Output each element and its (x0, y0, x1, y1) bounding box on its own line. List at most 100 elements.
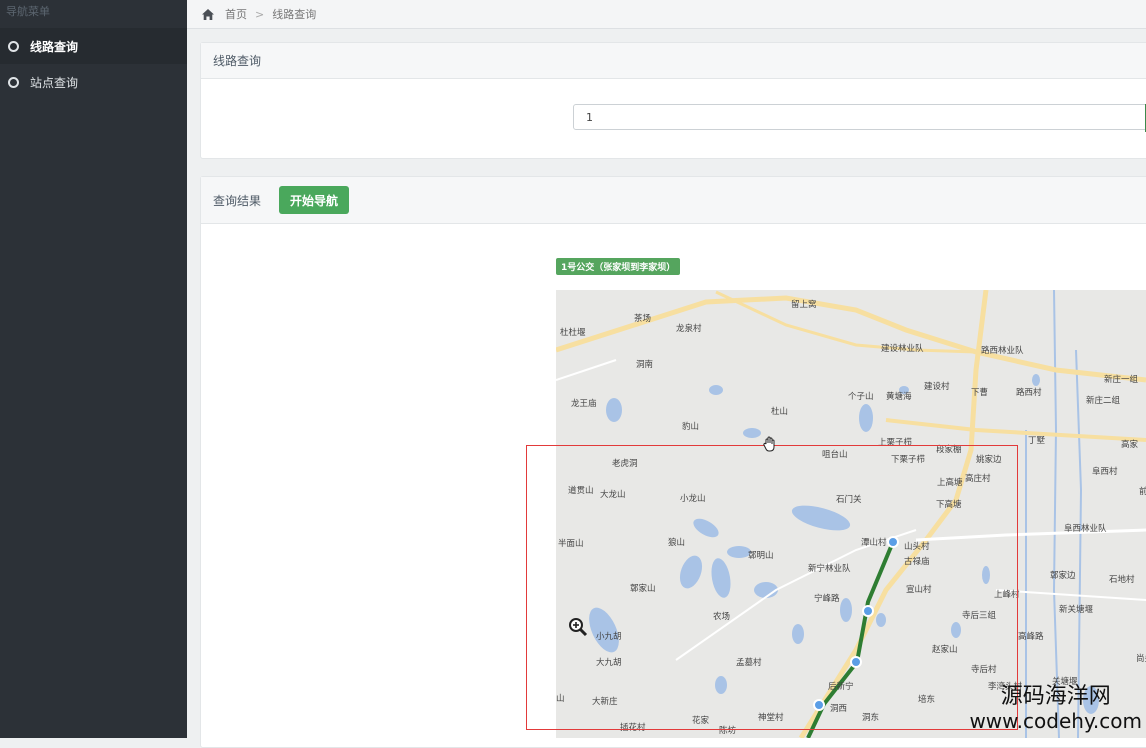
map-place-label: 上峰村 (994, 589, 1020, 600)
map-place-label: 鄣明山 (748, 550, 774, 561)
map-place-label: 姚家边 (976, 454, 1002, 465)
map-place-label: 赵家山 (932, 644, 958, 655)
circle-icon (8, 76, 19, 88)
map-place-label: 高庄村 (965, 473, 991, 484)
map-place-label: 山 (556, 693, 565, 704)
sidebar: 导航菜单 线路查询 站点查询 (0, 0, 187, 738)
map-place-label: 留上窝 (791, 299, 817, 310)
hand-cursor-icon (763, 436, 775, 452)
map-place-label: 尚头 (1136, 653, 1146, 664)
map-place-label: 建设村 (924, 381, 950, 392)
map-place-label: 神堂村 (758, 712, 784, 723)
map-place-label: 寺后三组 (962, 610, 997, 621)
map-place-label: 鄣家边 (1050, 570, 1076, 581)
breadcrumb-separator: > (255, 7, 265, 21)
map-place-label: 古禄庙 (904, 556, 930, 567)
map-place-label: 大新庄 (592, 696, 618, 707)
map-canvas[interactable]: 留上窝茶场杜杜堰 龙泉村建设林业队 路西林业队洞南新庄一组个子山 黄塘海 建设村下曹 路西… (556, 290, 1146, 738)
map-place-label: 半面山 (558, 538, 584, 549)
map-place-label: 龙泉村 (676, 323, 702, 334)
map-place-label: 路西林业队 (981, 345, 1024, 356)
map-place-label: 路西村 (1016, 387, 1042, 398)
home-icon[interactable] (201, 8, 215, 21)
map-place-label: 道贯山 (568, 485, 594, 496)
map-place-label: 宁峰路 (814, 593, 840, 604)
map-place-label: 上高塘 (937, 477, 963, 488)
circle-icon (8, 40, 19, 52)
map-place-label: 狼山 (668, 537, 685, 548)
map-place-label: 石门关 (836, 494, 862, 505)
map-place-label: 寺后村 (971, 664, 997, 675)
search-panel: 线路查询 (200, 42, 1146, 159)
map-place-label: 老虎洞 (612, 458, 638, 469)
route-search-input[interactable] (573, 104, 1146, 130)
start-navigation-button[interactable]: 开始导航 (279, 186, 350, 214)
search-panel-title: 线路查询 (201, 43, 1146, 79)
map-place-label: 农场 (713, 611, 730, 622)
route-map[interactable]: 留上窝茶场杜杜堰 龙泉村建设林业队 路西林业队洞南新庄一组个子山 黄塘海 建设村下曹 路西… (556, 290, 1146, 738)
route-stop-marker[interactable] (862, 605, 874, 617)
map-place-label: 宣山村 (906, 584, 932, 595)
map-place-label: 下曹 (971, 387, 988, 398)
map-place-label: 大龙山 (600, 489, 626, 500)
result-panel-title: 查询结果 (213, 193, 262, 208)
map-place-label: 咀台山 (822, 449, 848, 460)
map-place-label: 小九胡 (596, 631, 622, 642)
map-place-label: 杜山 (771, 406, 788, 417)
route-badge: 1号公交（张家坝到李家坝） (556, 258, 681, 275)
watermark-text: 源码海洋网 (1000, 684, 1111, 709)
map-place-label: 洞南 (636, 359, 653, 370)
breadcrumb: 首页 > 线路查询 (187, 0, 1146, 29)
sidebar-item-station-query[interactable]: 站点查询 (0, 64, 187, 100)
map-place-label: 洞西 (830, 703, 847, 714)
map-place-label: 后新宁 (828, 681, 854, 692)
sidebar-title: 导航菜单 (6, 5, 50, 18)
map-place-label: 黄塘海 (886, 391, 912, 402)
map-place-label: 高峰路 (1018, 631, 1044, 642)
map-place-label: 上栗子栉 (878, 437, 913, 448)
breadcrumb-current: 线路查询 (272, 8, 317, 21)
map-place-label: 潭山村 (861, 537, 887, 548)
map-water (589, 374, 1099, 714)
zoom-in-icon[interactable] (568, 617, 588, 637)
map-place-label: 新关塘堰 (1059, 604, 1094, 615)
map-place-label: 下高塘 (936, 499, 962, 510)
map-place-label: 丁墅 (1028, 435, 1046, 446)
map-place-label: 孟墓村 (736, 657, 762, 668)
route-stop-marker[interactable] (813, 699, 825, 711)
map-place-label: 新宁林业队 (808, 563, 851, 574)
map-place-label: 新庄二组 (1086, 395, 1121, 406)
map-place-label: 洞东 (862, 712, 879, 723)
result-panel-header: 查询结果 开始导航 (201, 177, 1146, 224)
map-place-label: 下栗子栉 (891, 454, 926, 465)
map-place-label: 建设林业队 (881, 343, 924, 354)
sidebar-item-route-query[interactable]: 线路查询 (0, 28, 187, 64)
map-rivers (1025, 290, 1083, 738)
watermark-url: www.codehy.com (969, 709, 1142, 733)
map-place-label: 新庄一组 (1104, 374, 1139, 385)
map-place-label: 大九胡 (596, 657, 622, 668)
map-place-label: 茶场 (634, 313, 651, 324)
map-place-label: 阜西林业队 (1064, 523, 1107, 534)
map-place-label: 花家 (692, 715, 710, 726)
route-stop-marker[interactable] (887, 536, 899, 548)
watermark: 源码海洋网 www.codehy.com (969, 684, 1142, 732)
map-place-label: 杜杜堰 (560, 327, 586, 338)
map-place-label: 阜西村 (1092, 466, 1118, 477)
map-place-label: 陈坊 (719, 725, 737, 736)
sidebar-item-label: 站点查询 (30, 75, 79, 90)
map-place-label: 个子山 (848, 391, 874, 402)
map-place-label: 前郎 (1139, 486, 1146, 497)
sidebar-item-label: 线路查询 (30, 39, 79, 54)
breadcrumb-home-link[interactable]: 首页 (225, 6, 247, 22)
map-place-label: 小龙山 (680, 493, 706, 504)
map-place-label: 高家 (1121, 439, 1139, 450)
map-place-label: 插花村 (620, 722, 646, 733)
map-place-label: 龙王庙 (571, 398, 597, 409)
map-place-label: 山头村 (904, 541, 930, 552)
map-place-label: 豹山 (682, 421, 699, 432)
map-place-label: 培东 (918, 694, 935, 705)
map-place-label: 鄣家山 (630, 583, 656, 594)
route-stop-marker[interactable] (850, 656, 862, 668)
map-place-label: 段家棚 (936, 444, 962, 455)
